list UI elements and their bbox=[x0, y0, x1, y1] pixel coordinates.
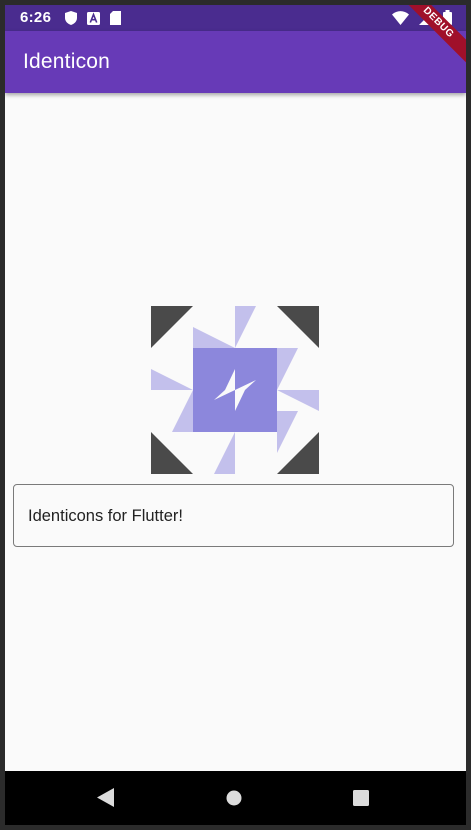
status-left-icons bbox=[65, 11, 121, 30]
app-title: Identicon bbox=[23, 50, 111, 73]
identicon-text-field[interactable]: Identicons for Flutter! bbox=[13, 484, 454, 547]
nav-bar bbox=[5, 771, 466, 825]
a-notification-icon bbox=[87, 11, 100, 30]
wifi-icon bbox=[392, 10, 409, 30]
device-screen: 6:26 Identicon DEBUG Identicons for Flut… bbox=[5, 5, 466, 825]
text-field-value: Identicons for Flutter! bbox=[28, 507, 183, 525]
back-icon[interactable] bbox=[97, 788, 114, 812]
home-icon[interactable] bbox=[226, 790, 242, 811]
sd-card-icon bbox=[110, 11, 121, 30]
app-bar: Identicon bbox=[5, 31, 466, 93]
identicon-image bbox=[151, 306, 319, 474]
recents-icon[interactable] bbox=[353, 790, 369, 811]
shield-icon bbox=[65, 11, 77, 30]
status-bar: 6:26 bbox=[5, 5, 466, 31]
status-time: 6:26 bbox=[20, 9, 52, 26]
